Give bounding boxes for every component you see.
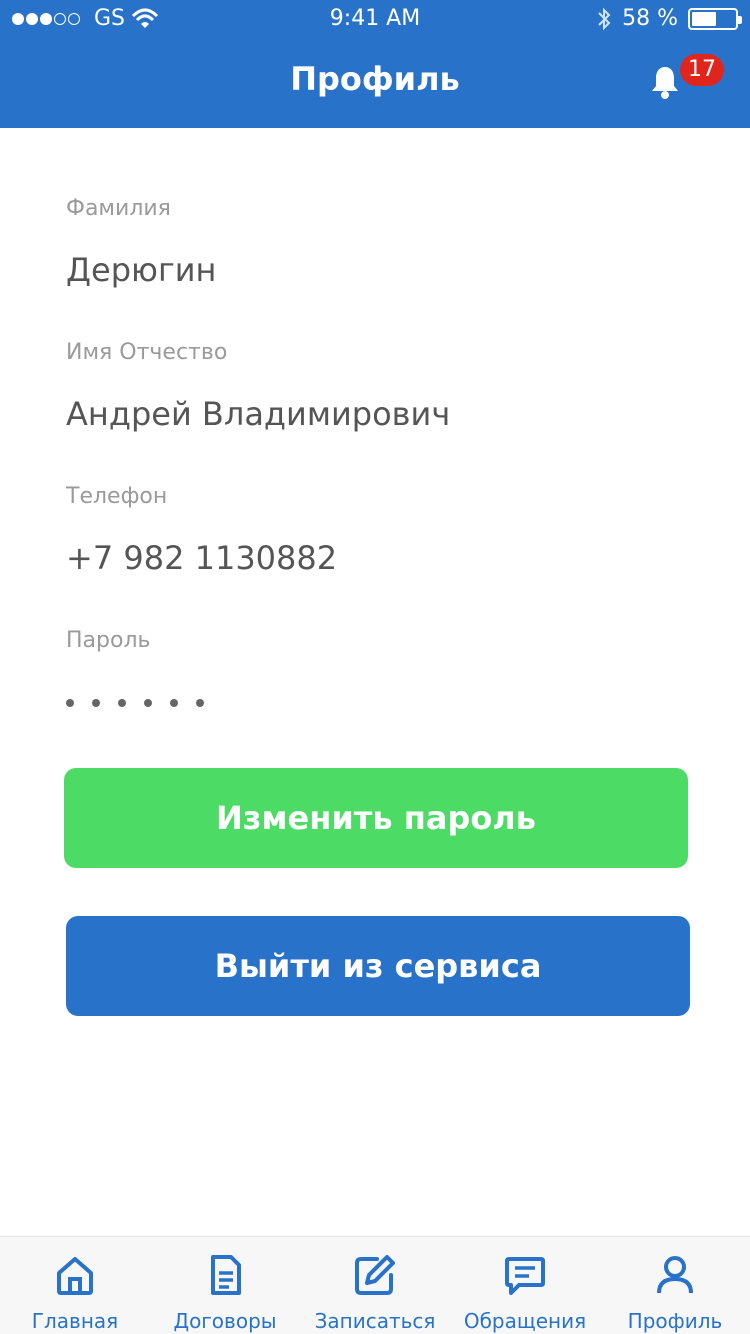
battery-icon xyxy=(688,7,742,30)
phone-field: Телефон +7 982 1130882 xyxy=(66,484,337,577)
tab-profile-label: Профиль xyxy=(627,1309,723,1333)
bell-icon[interactable] xyxy=(648,64,682,100)
password-field: Пароль xyxy=(66,628,204,707)
tab-home[interactable]: Главная xyxy=(0,1237,150,1334)
tab-contracts[interactable]: Договоры xyxy=(150,1237,300,1334)
password-dot xyxy=(118,699,126,707)
logout-button[interactable]: Выйти из сервиса xyxy=(66,916,690,1016)
user-icon xyxy=(657,1256,693,1294)
message-icon xyxy=(505,1257,545,1295)
password-label: Пароль xyxy=(66,628,151,653)
tab-appointment[interactable]: Записаться xyxy=(300,1237,450,1334)
password-mask xyxy=(66,699,204,707)
home-icon xyxy=(57,1257,93,1295)
status-right: 58 % xyxy=(596,6,742,31)
app-header: GS 9:41 AM 58 % Профиль 17 xyxy=(0,0,750,128)
document-icon xyxy=(211,1255,241,1295)
tab-appointment-label: Записаться xyxy=(314,1309,436,1333)
battery-percent: 58 % xyxy=(622,6,678,31)
password-dot xyxy=(66,699,74,707)
page-title: Профиль xyxy=(290,60,460,98)
tab-bar: Главная Договоры Записаться Обращения Пр… xyxy=(0,1236,750,1334)
password-dot xyxy=(170,699,178,707)
password-dot xyxy=(92,699,100,707)
notification-badge: 17 xyxy=(680,54,724,86)
tab-requests[interactable]: Обращения xyxy=(450,1237,600,1334)
battery-level xyxy=(692,11,716,26)
phone-value: +7 982 1130882 xyxy=(66,539,338,577)
password-dot xyxy=(196,699,204,707)
change-password-button[interactable]: Изменить пароль xyxy=(64,768,688,868)
bluetooth-icon xyxy=(598,7,611,30)
tab-home-label: Главная xyxy=(31,1309,119,1333)
tab-contracts-label: Договоры xyxy=(173,1309,277,1333)
last-name-field: Фамилия Дерюгин xyxy=(66,196,216,289)
first-middle-name-field: Имя Отчество Андрей Владимирович xyxy=(66,340,450,433)
status-bar: GS 9:41 AM 58 % xyxy=(0,0,750,40)
first-middle-name-label: Имя Отчество xyxy=(66,340,228,365)
phone-label: Телефон xyxy=(66,484,168,509)
password-dot xyxy=(144,699,152,707)
last-name-value: Дерюгин xyxy=(66,251,217,289)
edit-icon xyxy=(355,1255,395,1295)
tab-requests-label: Обращения xyxy=(463,1309,587,1333)
tab-profile[interactable]: Профиль xyxy=(600,1237,750,1334)
first-middle-name-value: Андрей Владимирович xyxy=(66,395,451,433)
last-name-label: Фамилия xyxy=(66,196,171,221)
